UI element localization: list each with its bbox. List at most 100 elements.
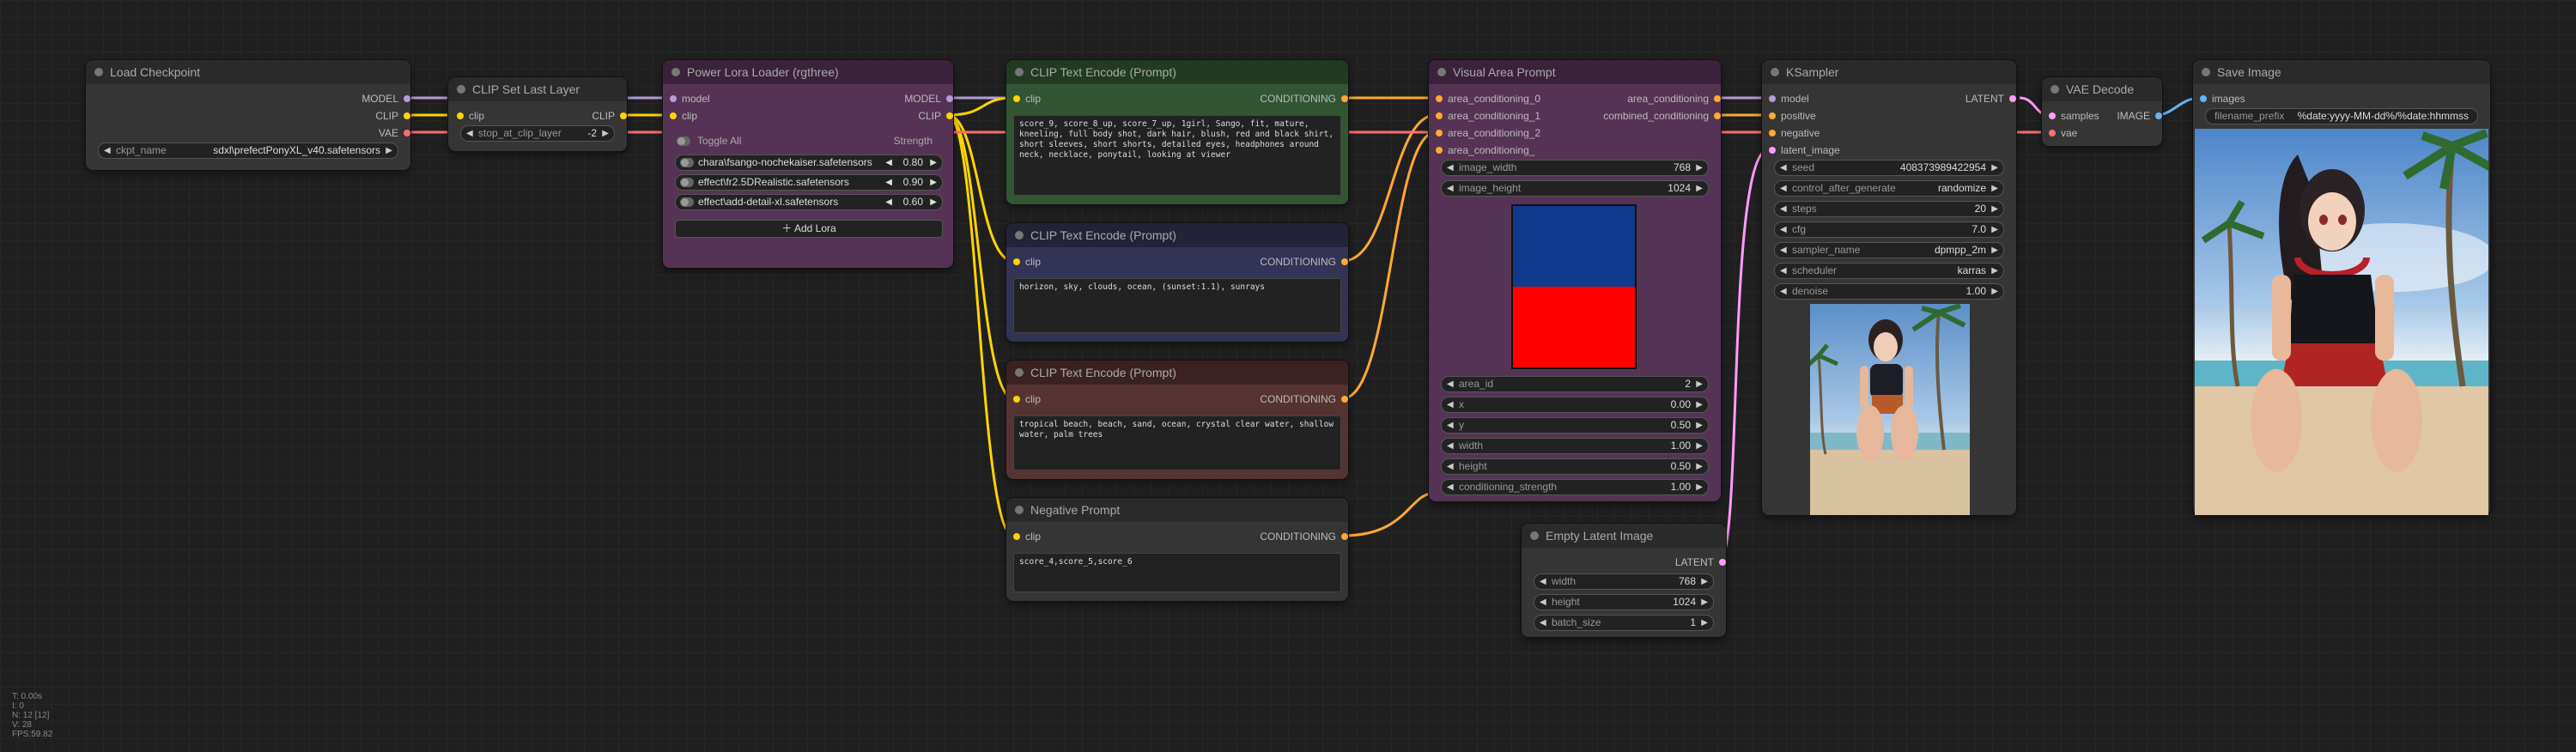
arrow-right-icon[interactable]: ▶ xyxy=(1991,222,1998,237)
node-title-bar[interactable]: KSampler xyxy=(1762,60,2016,84)
port-icon[interactable] xyxy=(1341,533,1348,540)
input-model[interactable]: model xyxy=(670,91,710,106)
input-area-conditioning-2[interactable]: area_conditioning_2 xyxy=(1436,125,1540,141)
input-clip[interactable]: clip xyxy=(457,108,484,124)
arrow-left-icon[interactable]: ◀ xyxy=(885,195,892,209)
load-checkpoint-node[interactable]: Load Checkpoint MODEL CLIP VAE ◀ ckpt_na… xyxy=(86,60,410,170)
arrow-right-icon[interactable]: ▶ xyxy=(1696,377,1703,391)
arrow-right-icon[interactable]: ▶ xyxy=(930,175,937,190)
arrow-left-icon[interactable]: ◀ xyxy=(1780,284,1787,299)
output-model[interactable]: MODEL xyxy=(361,91,410,106)
output-area-conditioning[interactable]: area_conditioning xyxy=(1627,91,1721,106)
output-latent[interactable]: LATENT xyxy=(1965,91,2016,106)
clip-text-encode-beach-node[interactable]: CLIP Text Encode (Prompt) clip CONDITION… xyxy=(1006,361,1348,479)
arrow-right-icon[interactable]: ▶ xyxy=(930,155,937,170)
node-title-bar[interactable]: CLIP Text Encode (Prompt) xyxy=(1006,223,1348,247)
input-samples[interactable]: samples xyxy=(2049,108,2099,124)
port-icon[interactable] xyxy=(404,112,410,119)
port-icon[interactable] xyxy=(1769,95,1776,102)
port-icon[interactable] xyxy=(1436,112,1443,119)
lora-name[interactable]: effect\add-detail-xl.safetensors xyxy=(698,195,838,209)
arrow-right-icon[interactable]: ▶ xyxy=(1701,616,1708,630)
lora-strength[interactable]: 0.90 xyxy=(903,175,923,190)
scheduler-combo[interactable]: ◀ scheduler karras ▶ xyxy=(1774,263,2004,279)
arrow-right-icon[interactable]: ▶ xyxy=(1991,181,1998,196)
latent-height-number[interactable]: ◀ height 1024 ▶ xyxy=(1534,594,1714,610)
collapse-dot-icon[interactable] xyxy=(1015,506,1024,514)
input-negative[interactable]: negative xyxy=(1769,125,1820,141)
arrow-right-icon[interactable]: ▶ xyxy=(1701,574,1708,589)
node-title-bar[interactable]: CLIP Set Last Layer xyxy=(448,77,627,101)
port-icon[interactable] xyxy=(620,112,627,119)
port-icon[interactable] xyxy=(457,112,464,119)
input-area-conditioning-1[interactable]: area_conditioning_1 xyxy=(1436,108,1540,124)
arrow-right-icon[interactable]: ▶ xyxy=(1701,595,1708,609)
port-icon[interactable] xyxy=(1341,95,1348,102)
arrow-right-icon[interactable]: ▶ xyxy=(1991,264,1998,278)
port-icon[interactable] xyxy=(2200,95,2207,102)
arrow-left-icon[interactable]: ◀ xyxy=(466,126,473,141)
arrow-left-icon[interactable]: ◀ xyxy=(1447,459,1454,474)
arrow-left-icon[interactable]: ◀ xyxy=(1780,243,1787,258)
node-title-bar[interactable]: Load Checkpoint xyxy=(86,60,410,84)
input-clip[interactable]: clip xyxy=(1013,391,1041,407)
port-icon[interactable] xyxy=(1714,112,1721,119)
input-area-conditioning-3[interactable]: area_conditioning_ xyxy=(1436,143,1534,158)
latent-width-number[interactable]: ◀ width 768 ▶ xyxy=(1534,573,1714,590)
output-model[interactable]: MODEL xyxy=(904,91,953,106)
node-title-bar[interactable]: Negative Prompt xyxy=(1006,498,1348,522)
lora-name[interactable]: effect\fr2.5DRealistic.safetensors xyxy=(698,175,849,190)
collapse-dot-icon[interactable] xyxy=(2202,68,2210,76)
output-conditioning[interactable]: CONDITIONING xyxy=(1260,91,1348,106)
arrow-right-icon[interactable]: ▶ xyxy=(1991,202,1998,216)
arrow-right-icon[interactable]: ▶ xyxy=(1696,161,1703,175)
node-title-bar[interactable]: Visual Area Prompt xyxy=(1429,60,1721,84)
output-clip[interactable]: CLIP xyxy=(918,108,953,124)
input-model[interactable]: model xyxy=(1769,91,1809,106)
prompt-textarea[interactable]: horizon, sky, clouds, ocean, (sunset:1.1… xyxy=(1013,278,1341,333)
arrow-right-icon[interactable]: ▶ xyxy=(1696,418,1703,433)
filename-prefix-input[interactable]: filename_prefix %date:yyyy-MM-dd%/%date:… xyxy=(2205,108,2478,124)
port-icon[interactable] xyxy=(1714,95,1721,102)
port-icon[interactable] xyxy=(1769,112,1776,119)
port-icon[interactable] xyxy=(2049,112,2056,119)
arrow-right-icon[interactable]: ▶ xyxy=(1696,439,1703,453)
port-icon[interactable] xyxy=(1341,258,1348,265)
arrow-left-icon[interactable]: ◀ xyxy=(1447,418,1454,433)
collapse-dot-icon[interactable] xyxy=(2050,85,2059,94)
sampler-name-combo[interactable]: ◀ sampler_name dpmpp_2m ▶ xyxy=(1774,242,2004,258)
port-icon[interactable] xyxy=(1013,258,1020,265)
port-icon[interactable] xyxy=(1719,559,1726,566)
port-icon[interactable] xyxy=(404,95,410,102)
arrow-right-icon[interactable]: ▶ xyxy=(1991,161,1998,175)
node-title-bar[interactable]: CLIP Text Encode (Prompt) xyxy=(1006,361,1348,385)
save-image-node[interactable]: Save Image images filename_prefix %date:… xyxy=(2193,60,2490,515)
port-icon[interactable] xyxy=(1013,396,1020,403)
control-after-generate-combo[interactable]: ◀ control_after_generate randomize ▶ xyxy=(1774,180,2004,197)
lora-toggle[interactable] xyxy=(680,197,694,207)
port-icon[interactable] xyxy=(1013,95,1020,102)
port-icon[interactable] xyxy=(2155,112,2162,119)
arrow-left-icon[interactable]: ◀ xyxy=(1447,480,1454,494)
port-icon[interactable] xyxy=(1013,533,1020,540)
prompt-textarea[interactable]: tropical beach, beach, sand, ocean, crys… xyxy=(1013,415,1341,470)
collapse-dot-icon[interactable] xyxy=(457,85,465,94)
arrow-left-icon[interactable]: ◀ xyxy=(1447,377,1454,391)
visual-area-prompt-node[interactable]: Visual Area Prompt area_conditioning_0 a… xyxy=(1429,60,1721,501)
port-icon[interactable] xyxy=(1769,130,1776,136)
port-icon[interactable] xyxy=(670,95,677,102)
vae-decode-node[interactable]: VAE Decode samples vae IMAGE xyxy=(2042,77,2162,146)
arrow-right-icon[interactable]: ▶ xyxy=(930,195,937,209)
collapse-dot-icon[interactable] xyxy=(1437,68,1446,76)
port-icon[interactable] xyxy=(670,112,677,119)
x-number[interactable]: ◀ x 0.00 ▶ xyxy=(1441,397,1709,413)
toggle-all-switch[interactable] xyxy=(677,136,690,146)
port-icon[interactable] xyxy=(1436,95,1443,102)
collapse-dot-icon[interactable] xyxy=(1015,68,1024,76)
lora-strength[interactable]: 0.80 xyxy=(903,155,923,170)
lora-name[interactable]: chara\fsango-nochekaiser.safetensors xyxy=(698,155,872,170)
node-title-bar[interactable]: Power Lora Loader (rgthree) xyxy=(663,60,953,84)
input-clip[interactable]: clip xyxy=(1013,529,1041,544)
steps-number[interactable]: ◀ steps 20 ▶ xyxy=(1774,201,2004,217)
port-icon[interactable] xyxy=(2009,95,2016,102)
